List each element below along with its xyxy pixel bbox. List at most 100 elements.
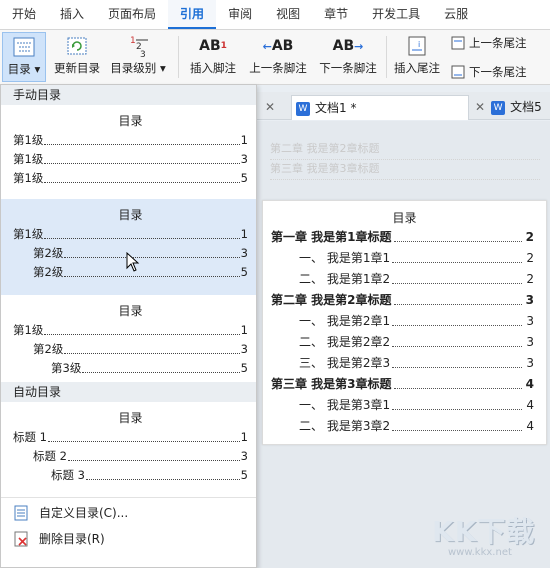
menu-tab[interactable]: 云服 — [432, 0, 480, 29]
dot-leader — [392, 395, 523, 410]
menu-tab[interactable]: 开始 — [0, 0, 48, 29]
toc-style-option[interactable]: 目录 标题 1 1 标题 2 3 标题 3 5 — [1, 402, 256, 497]
ribbon-separator — [178, 36, 179, 78]
dot-leader — [85, 466, 240, 480]
menu-tab[interactable]: 审阅 — [216, 0, 264, 29]
menu-tab[interactable]: 引用 — [168, 0, 217, 29]
prev-endnote-icon — [450, 36, 466, 50]
doc-toc-entry-text: 一、 我是第1章1 — [299, 248, 393, 269]
svg-text:i: i — [418, 40, 420, 49]
prev-footnote-icon-text: AB — [271, 38, 294, 54]
toc-preview-row-page: 5 — [240, 361, 248, 375]
toc-preview-row-page: 5 — [240, 468, 248, 482]
dot-leader — [392, 353, 523, 368]
dot-leader — [393, 290, 522, 305]
doc-toc-entry-page: 3 — [525, 293, 534, 307]
svg-text:1: 1 — [130, 36, 136, 46]
doc-toc-chapter-row[interactable]: 第三章 我是第3章标题 4 — [263, 374, 546, 395]
menu-tab[interactable]: 视图 — [264, 0, 312, 29]
update-toc-icon — [65, 32, 89, 60]
toc-preview-row-text: 第2级 — [33, 265, 64, 279]
document-page[interactable]: 目录 第一章 我是第1章标题 2 一、 我是第1章1 2 二、 我是第1章2 2 第二章 我… — [262, 200, 547, 445]
toc-preview-row-page: 5 — [240, 265, 248, 279]
doc-toc-section-row[interactable]: 一、 我是第2章1 3 — [263, 311, 546, 332]
ghost-previous-content: 第二章 我是第2章标题 第三章 我是第3章标题 — [270, 140, 540, 195]
prev-footnote-button[interactable]: ← AB 上一条脚注 — [246, 32, 310, 82]
toc-style-option[interactable]: 目录 第1级 1 第2级 3 第3级 5 — [1, 295, 256, 382]
dot-leader — [44, 131, 240, 145]
update-toc-label: 更新目录 — [54, 61, 100, 75]
update-toc-button[interactable]: 更新目录 — [50, 32, 104, 82]
toc-style-option-hovered[interactable]: 目录 第1级 1 第2级 3 第2级 5 — [1, 199, 256, 295]
toc-preview-row-text: 标题 2 — [33, 449, 67, 463]
doc-toc-entry-text: 第一章 我是第1章标题 — [271, 227, 394, 248]
doc-toc-entries: 第一章 我是第1章标题 2 一、 我是第1章1 2 二、 我是第1章2 2 第二章 我是第2… — [263, 227, 546, 437]
watermark-logo: KK下载 www.kkx.net — [432, 510, 550, 568]
delete-toc-menu-item[interactable]: 删除目录(R) — [1, 526, 256, 552]
menu-tab[interactable]: 开发工具 — [360, 0, 432, 29]
toc-preview-row-text: 第2级 — [33, 246, 64, 260]
doc-toc-entry-text: 第二章 我是第2章标题 — [271, 290, 394, 311]
insert-footnote-label: 插入脚注 — [190, 61, 236, 75]
dot-leader — [82, 359, 240, 373]
doc-toc-chapter-row[interactable]: 第一章 我是第1章标题 2 — [263, 227, 546, 248]
doc-toc-entry-page: 3 — [526, 335, 534, 349]
doc-tab-close-prev[interactable]: ✕ — [255, 95, 289, 120]
custom-toc-icon — [13, 505, 29, 521]
prev-endnote-button[interactable]: 上一条尾注 — [450, 35, 527, 51]
doc-tab-active[interactable]: W 文档1 * — [291, 95, 469, 120]
custom-toc-label: 自定义目录(C)... — [39, 506, 129, 520]
doc-toc-section-row[interactable]: 二、 我是第2章2 3 — [263, 332, 546, 353]
toc-preview-row-page: 3 — [240, 152, 248, 166]
menu-tab-bar: 开始 插入 页面布局 引用 审阅 视图 章节 开发工具 云服 — [0, 0, 550, 30]
doc-toc-entry-page: 4 — [526, 398, 534, 412]
doc-toc-chapter-row[interactable]: 第二章 我是第2章标题 3 — [263, 290, 546, 311]
next-endnote-button[interactable]: 下一条尾注 — [450, 64, 527, 80]
next-footnote-icon-text: AB — [332, 38, 355, 54]
dot-leader — [67, 447, 240, 461]
toc-preview-row: 标题 1 1 — [13, 428, 248, 447]
dot-leader — [392, 416, 523, 431]
insert-footnote-button[interactable]: AB 1 插入脚注 — [186, 32, 240, 82]
doc-toc-section-row[interactable]: 一、 我是第1章1 2 — [263, 248, 546, 269]
watermark-brand: KK下载 — [432, 515, 536, 548]
dot-leader — [64, 244, 240, 258]
toc-preview-row: 第2级 3 — [13, 340, 248, 359]
menu-tab[interactable]: 页面布局 — [96, 0, 168, 29]
close-icon[interactable]: ✕ — [475, 100, 485, 114]
doc-toc-section-row[interactable]: 二、 我是第3章2 4 — [263, 416, 546, 437]
close-icon[interactable]: ✕ — [265, 100, 275, 114]
doc-tab[interactable]: ✕W文档5 * — [471, 95, 550, 138]
custom-toc-menu-item[interactable]: 自定义目录(C)... — [1, 500, 256, 526]
toc-level-button[interactable]: 123 目录级别 ▾ — [108, 32, 168, 82]
dot-leader — [44, 321, 240, 335]
menu-tab[interactable]: 插入 — [48, 0, 96, 29]
dot-leader — [392, 311, 523, 326]
delete-toc-label: 删除目录(R) — [39, 532, 105, 546]
doc-toc-entry-page: 4 — [525, 377, 534, 391]
toc-style-option[interactable]: 目录 第1级 1 第1级 3 第1级 5 — [1, 105, 256, 199]
toc-preview-row-page: 1 — [240, 133, 248, 147]
doc-toc-entry-page: 2 — [525, 230, 534, 244]
insert-endnote-button[interactable]: i 插入尾注 — [390, 32, 444, 82]
dot-leader — [393, 374, 522, 389]
auto-toc-header: 自动目录 — [1, 382, 256, 402]
toc-preview-row-text: 第1级 — [13, 171, 44, 185]
toc-preview-row-page: 1 — [240, 323, 248, 337]
ribbon-toolbar: 目录 ▾ 更新目录 123 目录级别 ▾ AB 1 插入脚注 ← AB 上一条脚注 … — [0, 30, 550, 85]
doc-toc-section-row[interactable]: 三、 我是第2章3 3 — [263, 353, 546, 374]
toc-button[interactable]: 目录 ▾ — [2, 32, 46, 82]
dot-leader — [47, 428, 240, 442]
next-footnote-button[interactable]: AB → 下一条脚注 — [316, 32, 380, 82]
toc-preview-title: 目录 — [118, 411, 143, 425]
toc-preview-row-text: 标题 1 — [13, 430, 47, 444]
doc-toc-section-row[interactable]: 二、 我是第1章2 2 — [263, 269, 546, 290]
word-doc-icon: W — [296, 101, 310, 116]
document-tab-bar: ✕ W文档1 * ✕W文档5 * — [255, 92, 550, 138]
chevron-down-icon: ▾ — [34, 62, 41, 76]
toc-level-label: 目录级别 — [110, 61, 157, 75]
doc-toc-section-row[interactable]: 一、 我是第3章1 4 — [263, 395, 546, 416]
menu-tab[interactable]: 章节 — [312, 0, 360, 29]
toc-preview-row: 第1级 1 — [13, 225, 248, 244]
dot-leader — [44, 150, 240, 164]
